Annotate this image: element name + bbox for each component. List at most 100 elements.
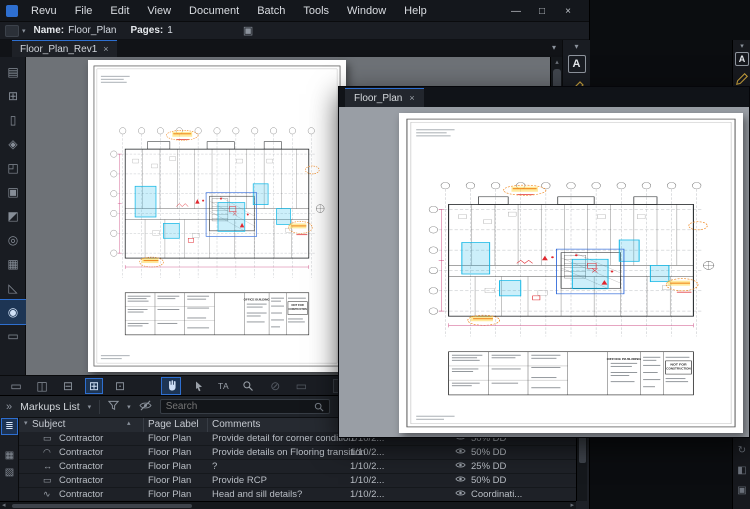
filter-icon[interactable]: [108, 398, 119, 416]
summary-panel-icon[interactable]: ▧: [2, 465, 17, 480]
menu-tools[interactable]: Tools: [294, 2, 338, 20]
column-subject[interactable]: Subject: [32, 419, 65, 430]
flags-icon[interactable]: ◩: [0, 204, 26, 228]
split-vertical-icon[interactable]: ◫: [34, 379, 50, 393]
row-subject: Contractor: [59, 461, 103, 472]
visibility-eye-icon[interactable]: [455, 447, 466, 458]
menu-window[interactable]: Window: [338, 2, 395, 20]
sets-icon[interactable]: ▭: [0, 324, 26, 348]
expand-panel-icon[interactable]: »: [6, 401, 12, 413]
text-tool-icon[interactable]: A: [568, 55, 586, 73]
search-box: [160, 399, 330, 414]
spaces-icon[interactable]: ◰: [0, 156, 26, 180]
minimize-button[interactable]: —: [503, 0, 529, 22]
panel-caret-icon[interactable]: ▾: [733, 42, 750, 50]
split-horizontal-icon[interactable]: ⊟: [60, 379, 76, 393]
row-date: 1/10/2...: [350, 475, 384, 486]
row-page-label: Floor Plan: [148, 461, 191, 472]
layers-icon[interactable]: ◈: [0, 132, 26, 156]
maximize-button[interactable]: □: [529, 0, 555, 22]
profile-icon[interactable]: [5, 25, 19, 37]
markup-type-icon: ◠: [43, 447, 51, 458]
menu-batch[interactable]: Batch: [248, 2, 294, 20]
tab-floor-plan[interactable]: Floor_Plan ×: [345, 88, 424, 107]
table-row[interactable]: ∿ Contractor Floor Plan Head and sill de…: [19, 488, 576, 502]
table-hscroll-thumb[interactable]: [12, 504, 192, 508]
panel-caret-icon[interactable]: ▾: [563, 40, 590, 51]
captures-panel-icon[interactable]: ▦: [2, 448, 17, 463]
tab-floor-plan-rev1[interactable]: Floor_Plan_Rev1 ×: [12, 40, 117, 57]
full-screen-icon[interactable]: ⊡: [112, 379, 128, 393]
zoom-tool-icon[interactable]: [239, 378, 257, 394]
sync-views-icon[interactable]: ⊞: [86, 379, 102, 393]
file-bar: ▾ Name: Floor_Plan Pages: 1 ▣: [0, 22, 589, 40]
name-value: Floor_Plan: [68, 25, 116, 36]
floor-plan-drawing: [399, 113, 743, 433]
pages-label: Pages:: [130, 25, 163, 36]
floating-document-canvas[interactable]: [339, 107, 749, 437]
scroll-right-icon[interactable]: ▸: [570, 502, 574, 509]
filter-caret-icon[interactable]: ▾: [127, 403, 131, 411]
search-icon: [314, 402, 324, 412]
sort-icon[interactable]: ▴: [127, 419, 131, 427]
menu-edit[interactable]: Edit: [101, 2, 138, 20]
measurements-icon[interactable]: ◺: [0, 276, 26, 300]
row-page-label: Floor Plan: [148, 447, 191, 458]
select-tool-icon[interactable]: [190, 378, 208, 394]
sync-icon[interactable]: ↻: [733, 445, 750, 456]
thumbnails-icon[interactable]: ⊞: [0, 84, 26, 108]
copy-page-icon[interactable]: ▣: [243, 24, 253, 37]
menu-document[interactable]: Document: [180, 2, 248, 20]
column-page-label[interactable]: Page Label: [148, 419, 199, 430]
floating-tab-bar: Floor_Plan ×: [339, 87, 749, 107]
search-input[interactable]: [166, 401, 310, 412]
row-date: 1/10/2...: [350, 489, 384, 500]
menu-revu[interactable]: Revu: [22, 2, 66, 20]
markup-type-icon: ▭: [43, 475, 52, 486]
visibility-eye-icon[interactable]: [455, 489, 466, 500]
scroll-left-icon[interactable]: ◂: [2, 502, 6, 509]
select-text-tool-icon[interactable]: TA: [218, 381, 229, 391]
table-row[interactable]: ↔ Contractor Floor Plan ? 1/10/2... 25% …: [19, 460, 576, 474]
markups-icon[interactable]: ▣: [0, 180, 26, 204]
menu-help[interactable]: Help: [395, 2, 436, 20]
close-button[interactable]: ×: [555, 0, 581, 22]
tab-overflow-icon[interactable]: ▾: [552, 43, 556, 52]
pen-tool-icon[interactable]: [735, 72, 749, 86]
panel-toggle-icon[interactable]: ◧: [733, 465, 750, 476]
table-row[interactable]: ◠ Contractor Floor Plan Provide details …: [19, 446, 576, 460]
tab-close-icon[interactable]: ×: [103, 44, 108, 54]
markups-list-caret-icon[interactable]: ▾: [88, 403, 92, 411]
floating-window[interactable]: Floor_Plan ×: [338, 86, 750, 438]
row-comment: Provide RCP: [212, 475, 267, 486]
tool-chest-icon[interactable]: ▦: [0, 252, 26, 276]
markups-list-title[interactable]: Markups List: [20, 401, 80, 413]
profile-caret-icon[interactable]: ▾: [22, 27, 26, 35]
collapse-all-icon[interactable]: ▾: [24, 419, 28, 427]
row-date: 1/10/2...: [350, 447, 384, 458]
text-tool-icon[interactable]: A: [735, 52, 749, 66]
bookmarks-icon[interactable]: ▯: [0, 108, 26, 132]
search-panel-icon[interactable]: ◉: [0, 300, 26, 324]
bottom-panel-strip: ≣ ▦ ▧: [0, 417, 19, 509]
floor-plan-sheet[interactable]: [399, 113, 743, 433]
table-row[interactable]: ▭ Contractor Floor Plan Provide RCP 1/10…: [19, 474, 576, 488]
screen: Revu File Edit View Document Batch Tools…: [0, 0, 750, 509]
row-status: 50% DD: [471, 475, 506, 486]
markup-type-icon: ↔: [43, 461, 52, 471]
markups-list-panel-icon[interactable]: ≣: [2, 419, 17, 434]
hide-markups-icon[interactable]: [139, 398, 152, 416]
properties-icon[interactable]: ▤: [0, 60, 26, 84]
studio-icon[interactable]: ◎: [0, 228, 26, 252]
visibility-eye-icon[interactable]: [455, 475, 466, 486]
visibility-eye-icon[interactable]: [455, 461, 466, 472]
single-page-icon[interactable]: ▭: [8, 379, 24, 393]
filmstrip-icon[interactable]: ▣: [733, 485, 750, 496]
pan-tool-icon[interactable]: [162, 378, 180, 394]
column-comments[interactable]: Comments: [212, 419, 260, 430]
table-scroll-thumb[interactable]: [579, 435, 586, 463]
menu-file[interactable]: File: [66, 2, 102, 20]
menu-view[interactable]: View: [138, 2, 180, 20]
floor-plan-rev1-sheet[interactable]: [88, 60, 346, 372]
tab-close-icon[interactable]: ×: [409, 93, 414, 103]
